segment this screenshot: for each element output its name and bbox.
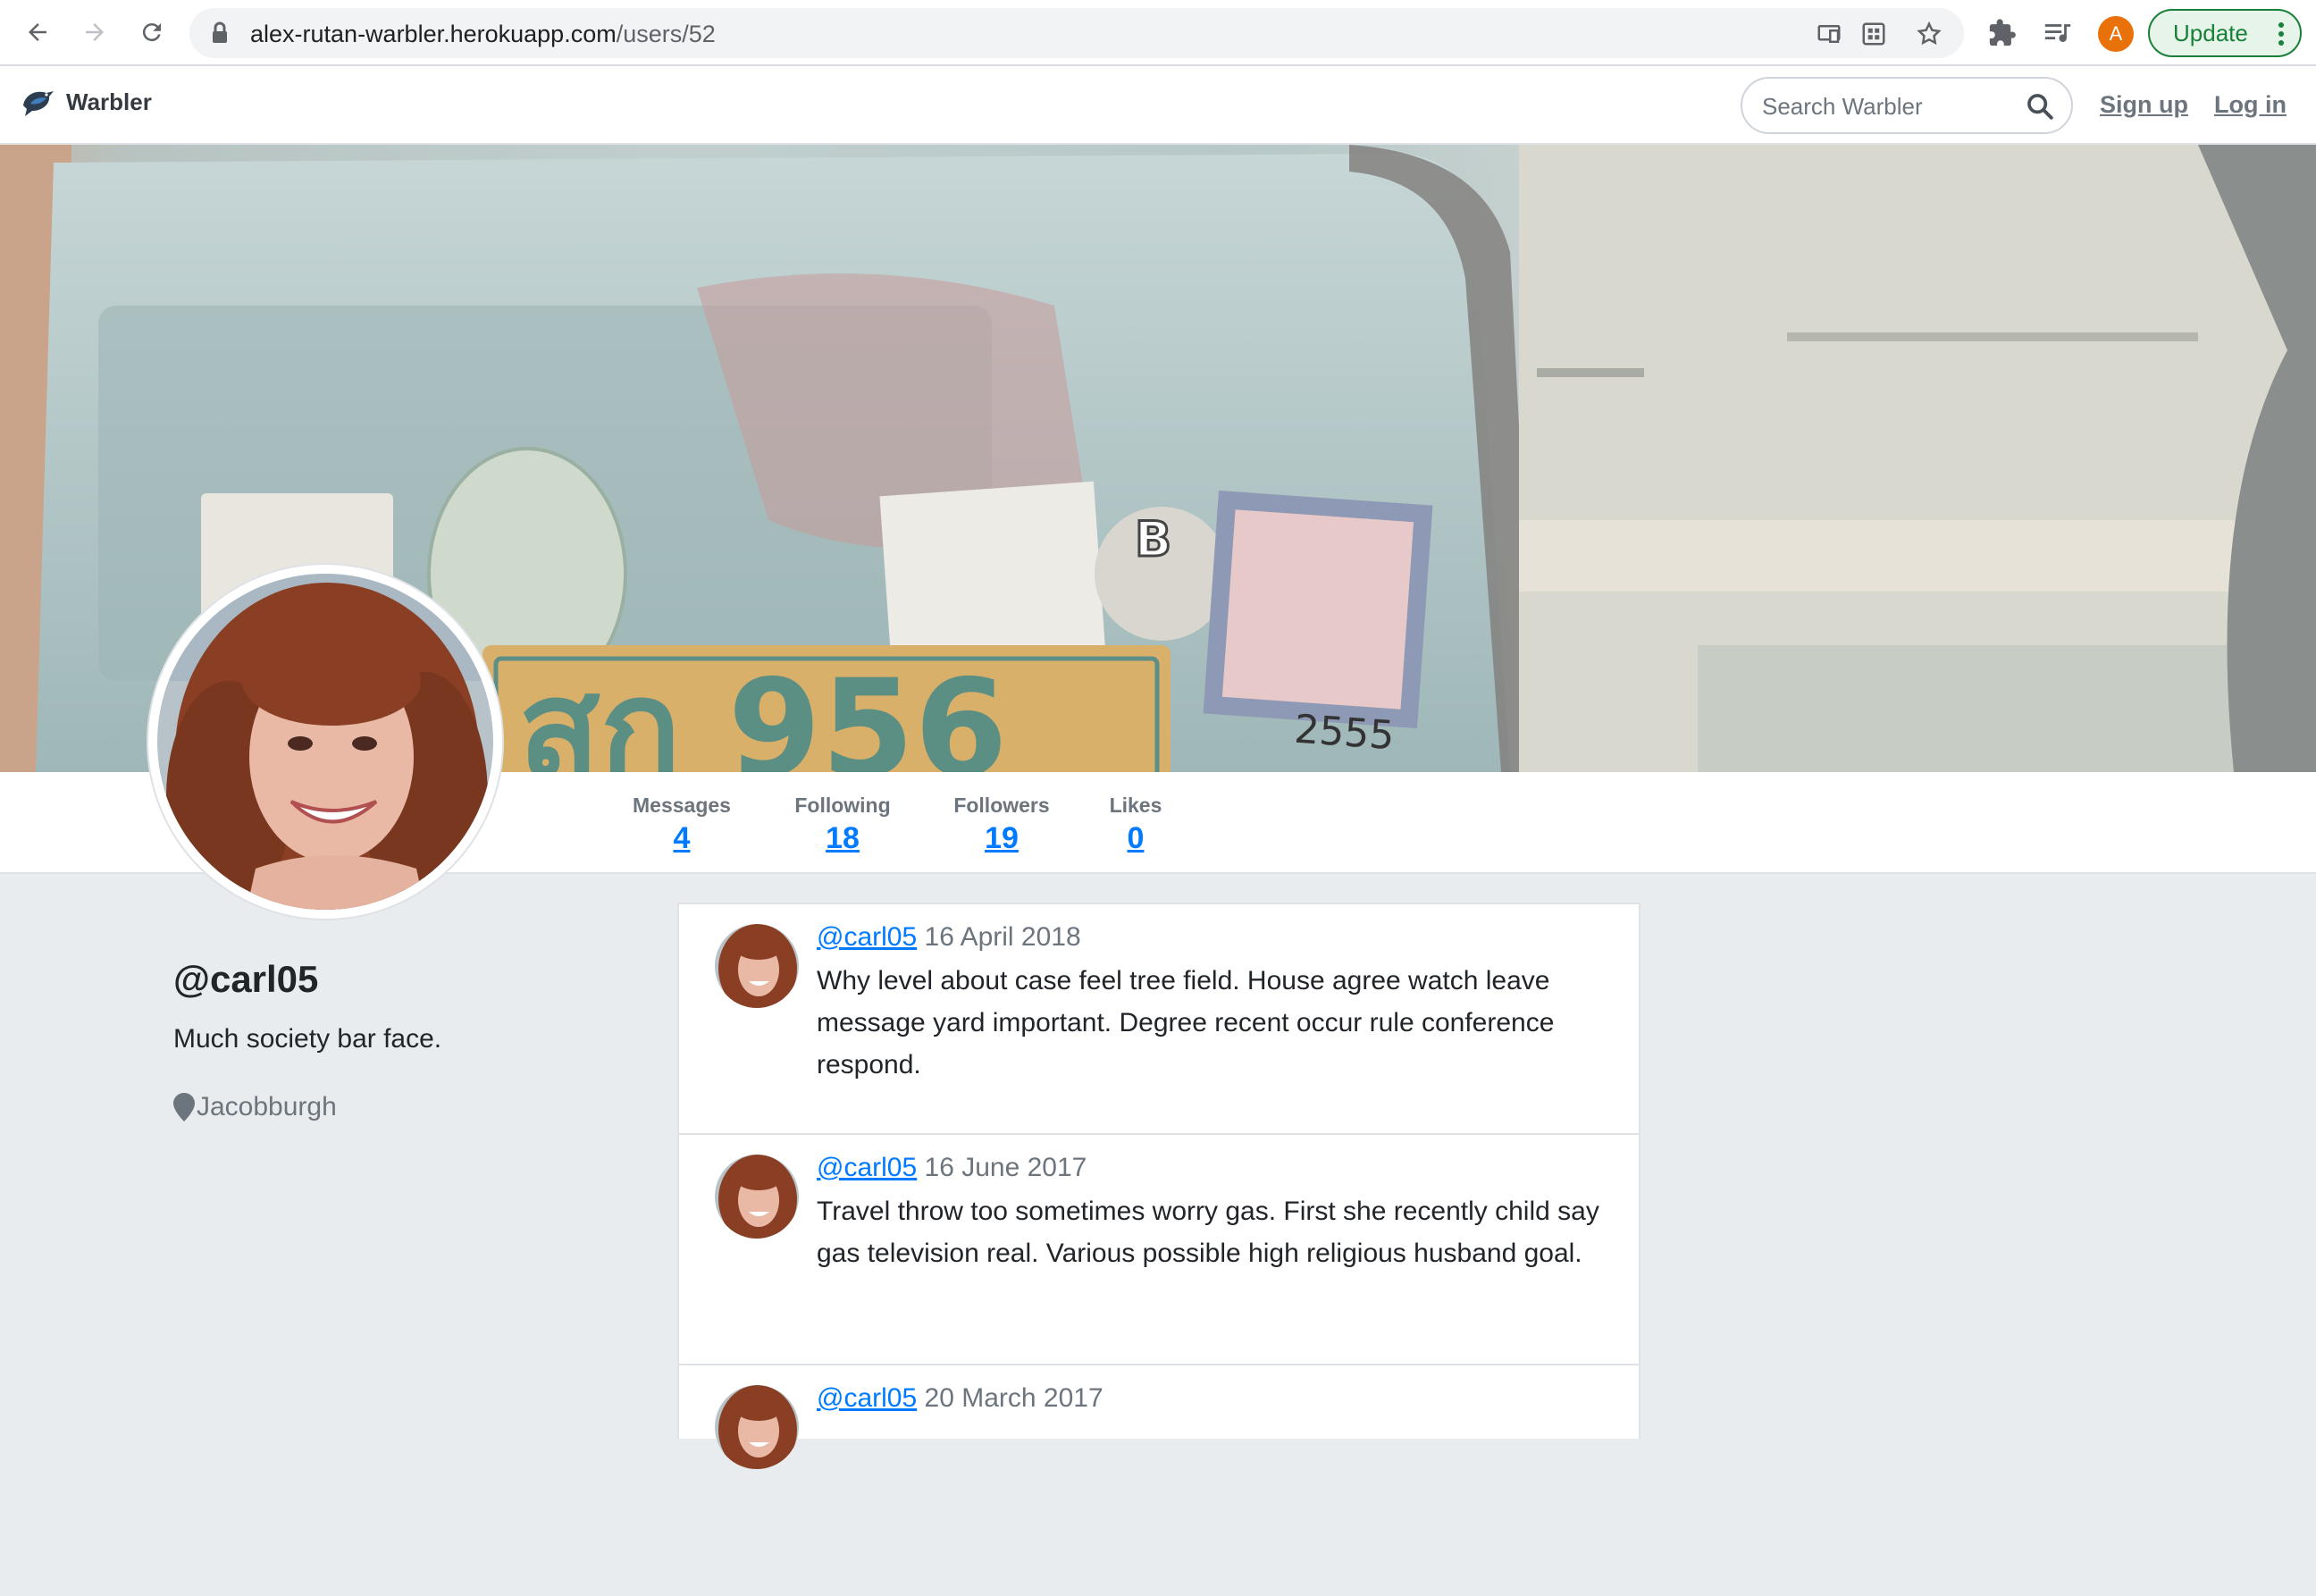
brand-link[interactable]: Warbler <box>20 86 152 118</box>
address-bar[interactable]: alex-rutan-warbler.herokuapp.com/users/5… <box>189 8 1964 58</box>
sticker-text: 2555 <box>1293 707 1396 760</box>
signup-link[interactable]: Sign up <box>2100 91 2188 119</box>
stat-likes: Likes 0 <box>1106 794 1165 856</box>
search-icon[interactable] <box>2025 91 2055 122</box>
message-text: Why level about case feel tree field. Ho… <box>817 966 1555 1079</box>
avatar-thumbnail <box>715 1385 799 1469</box>
messages-list: @carl05 16 April 2018 Why level about ca… <box>677 903 1640 1469</box>
arrow-left-icon <box>29 23 46 41</box>
qr-code-icon[interactable] <box>1860 21 1887 47</box>
warbler-bird-icon <box>23 91 54 116</box>
avatar-thumbnail <box>715 1155 799 1239</box>
update-button[interactable]: Update <box>2148 9 2302 57</box>
url-path: /users/52 <box>616 21 716 47</box>
message-date: 20 March 2017 <box>924 1383 1103 1413</box>
site-navbar: Warbler Sign up Log in <box>0 66 2316 145</box>
search-input[interactable] <box>1762 91 2012 122</box>
arrow-right-icon <box>86 23 104 41</box>
badge-text: B <box>1135 511 1171 567</box>
message-user-link[interactable]: @carl05 <box>817 1153 917 1182</box>
url-text: alex-rutan-warbler.herokuapp.com/users/5… <box>250 21 716 48</box>
map-marker-icon <box>173 1093 195 1121</box>
stat-label: Followers <box>953 794 1050 817</box>
cast-icon[interactable] <box>1816 21 1842 47</box>
extensions-icon[interactable] <box>1987 18 2018 48</box>
message-avatar <box>715 1385 799 1469</box>
plate-text: สก 956 <box>518 651 1008 772</box>
messages-count-link[interactable]: 4 <box>625 821 738 856</box>
profile-avatar[interactable]: A <box>2098 16 2134 52</box>
profile-initial: A <box>2109 22 2123 45</box>
message-meta: @carl05 16 April 2018 <box>817 922 1081 953</box>
message-user-link[interactable]: @carl05 <box>817 922 917 952</box>
message-user-link[interactable]: @carl05 <box>817 1383 917 1413</box>
following-count-link[interactable]: 18 <box>788 821 897 856</box>
more-vert-icon <box>2278 22 2284 46</box>
avatar-photo <box>157 574 493 910</box>
message-avatar <box>715 924 799 1008</box>
profile-avatar-image <box>148 565 502 919</box>
likes-count-link[interactable]: 0 <box>1106 821 1165 856</box>
message-date: 16 April 2018 <box>924 922 1081 952</box>
stat-label: Likes <box>1109 794 1162 817</box>
message-date: 16 June 2017 <box>924 1153 1087 1182</box>
avatar-thumbnail <box>715 924 799 1008</box>
message-item: @carl05 16 June 2017 Travel throw too so… <box>679 1135 1639 1365</box>
forward-button[interactable] <box>75 13 114 52</box>
browser-toolbar: alex-rutan-warbler.herokuapp.com/users/5… <box>0 0 2316 66</box>
media-queue-icon[interactable] <box>2043 18 2073 48</box>
profile-location: Jacobburgh <box>173 1092 337 1122</box>
followers-count-link[interactable]: 19 <box>947 821 1056 856</box>
message-avatar <box>715 1155 799 1239</box>
location-text: Jacobburgh <box>197 1092 337 1121</box>
stat-label: Messages <box>633 794 731 817</box>
message-meta: @carl05 20 March 2017 <box>817 1383 1103 1414</box>
stat-followers: Followers 19 <box>947 794 1056 856</box>
message-item: @carl05 20 March 2017 <box>679 1365 1639 1596</box>
login-link[interactable]: Log in <box>2214 91 2287 119</box>
message-item: @carl05 16 April 2018 Why level about ca… <box>679 904 1639 1135</box>
portrait-illustration <box>157 574 493 910</box>
bookmark-star-icon[interactable] <box>1916 21 1943 47</box>
back-button[interactable] <box>18 13 57 52</box>
reload-icon <box>142 23 161 42</box>
message-text: Travel throw too sometimes worry gas. Fi… <box>817 1197 1599 1268</box>
stat-following: Following 18 <box>788 794 897 856</box>
message-meta: @carl05 16 June 2017 <box>817 1153 1087 1183</box>
url-host: alex-rutan-warbler.herokuapp.com <box>250 21 617 47</box>
profile-bio: Much society bar face. <box>173 1024 442 1054</box>
stat-label: Following <box>794 794 891 817</box>
lock-icon <box>213 21 227 43</box>
profile-username: @carl05 <box>173 958 319 1000</box>
stat-messages: Messages 4 <box>625 794 738 856</box>
update-label: Update <box>2173 19 2248 46</box>
search-box <box>1741 77 2073 134</box>
reload-button[interactable] <box>132 13 172 52</box>
brand-name: Warbler <box>66 88 152 115</box>
